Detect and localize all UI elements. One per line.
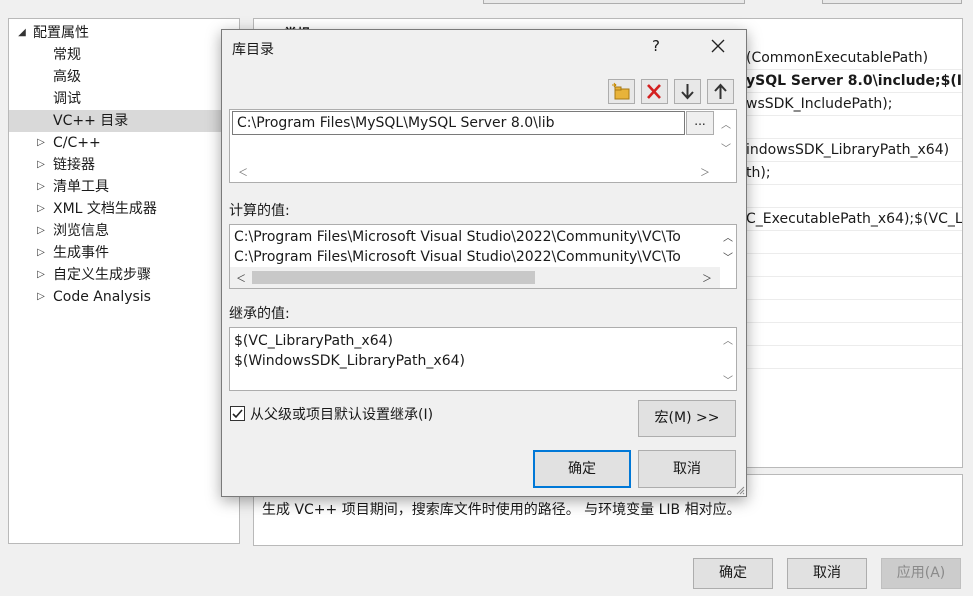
new-folder-icon bbox=[612, 82, 630, 100]
scrollbar-thumb[interactable] bbox=[252, 271, 535, 284]
new-line-button[interactable] bbox=[608, 79, 635, 104]
expand-arrow-icon[interactable]: ▷ bbox=[34, 220, 48, 242]
tree-item[interactable]: ▷ 自定义生成步骤 bbox=[9, 264, 239, 286]
tree-item-label: C/C++ bbox=[53, 135, 101, 151]
tree-item[interactable]: 调试 bbox=[9, 88, 239, 110]
inherited-value-line: $(WindowsSDK_LibraryPath_x64) bbox=[234, 353, 465, 369]
library-directories-dialog: 库目录 ? C:\Program Files\MySQL\MySQL Serve… bbox=[221, 29, 747, 497]
ok-button[interactable]: 确定 bbox=[693, 558, 773, 589]
arrow-up-icon bbox=[714, 83, 727, 99]
tree-item[interactable]: ▷ 清单工具 bbox=[9, 176, 239, 198]
scroll-left-icon[interactable]: ＜ bbox=[238, 164, 248, 179]
checkmark-icon bbox=[232, 409, 243, 419]
macros-button[interactable]: 宏(M) >> bbox=[638, 400, 736, 437]
scroll-down-icon[interactable]: ﹀ bbox=[721, 140, 731, 155]
tree-root-label: 配置属性 bbox=[33, 25, 89, 41]
tree-root-config-properties[interactable]: ◢ 配置属性 bbox=[9, 22, 239, 44]
help-button[interactable]: ? bbox=[652, 37, 660, 55]
tree-item-label: 常规 bbox=[53, 47, 81, 63]
tree-item[interactable]: ▷ 链接器 bbox=[9, 154, 239, 176]
top-dropdown-edge bbox=[483, 0, 745, 4]
tree-item[interactable]: 常规 bbox=[9, 44, 239, 66]
cancel-button[interactable]: 取消 bbox=[787, 558, 867, 589]
delete-line-button[interactable] bbox=[641, 79, 668, 104]
tree-item[interactable]: VC++ 目录 bbox=[9, 110, 239, 132]
property-tree: ◢ 配置属性 常规高级调试 VC++ 目录 ▷ C/C++ ▷ 链接器 ▷ 清单工具 ▷ XML … bbox=[8, 18, 240, 544]
tree-item[interactable]: ▷ XML 文档生成器 bbox=[9, 198, 239, 220]
tree-item-label: 链接器 bbox=[53, 157, 95, 173]
expand-arrow-icon[interactable]: ▷ bbox=[34, 198, 48, 220]
tree-item-label: 自定义生成步骤 bbox=[53, 267, 151, 283]
tree-item-label: VC++ 目录 bbox=[53, 113, 129, 129]
close-icon bbox=[711, 39, 725, 53]
expand-arrow-icon[interactable]: ▷ bbox=[34, 176, 48, 198]
dialog-ok-button[interactable]: 确定 bbox=[533, 450, 631, 488]
directory-list[interactable]: C:\Program Files\MySQL\MySQL Server 8.0\… bbox=[229, 109, 737, 183]
tree-item[interactable]: ▷ 浏览信息 bbox=[9, 220, 239, 242]
tree-item-label: 调试 bbox=[53, 91, 81, 107]
inherited-values-label: 继承的值: bbox=[229, 306, 290, 322]
tree-item-label: 生成事件 bbox=[53, 245, 109, 261]
scroll-down-icon[interactable]: ﹀ bbox=[723, 372, 733, 387]
tree-item-label: Code Analysis bbox=[53, 289, 151, 305]
scroll-right-icon[interactable]: ＞ bbox=[702, 270, 712, 285]
horizontal-scrollbar[interactable]: ＜ ＞ bbox=[230, 267, 720, 288]
delete-icon bbox=[647, 84, 661, 99]
computed-value-line: C:\Program Files\Microsoft Visual Studio… bbox=[234, 229, 681, 245]
computed-values-box[interactable]: C:\Program Files\Microsoft Visual Studio… bbox=[229, 224, 737, 289]
expand-arrow-icon[interactable]: ▷ bbox=[34, 132, 48, 154]
computed-value-line: C:\Program Files\Microsoft Visual Studio… bbox=[234, 249, 681, 265]
inherit-checkbox-label[interactable]: 从父级或项目默认设置继承(I) bbox=[250, 404, 433, 424]
tree-item[interactable]: 高级 bbox=[9, 66, 239, 88]
directory-edit-input[interactable]: C:\Program Files\MySQL\MySQL Server 8.0\… bbox=[232, 111, 685, 135]
resize-grip-icon[interactable] bbox=[735, 485, 745, 495]
scroll-up-icon[interactable]: ︿ bbox=[723, 332, 733, 347]
inherit-checkbox[interactable] bbox=[230, 406, 245, 421]
inherited-value-line: $(VC_LibraryPath_x64) bbox=[234, 333, 393, 349]
computed-values-label: 计算的值: bbox=[229, 203, 290, 219]
tree-item[interactable]: ▷ 生成事件 bbox=[9, 242, 239, 264]
tree-item-label: XML 文档生成器 bbox=[53, 201, 157, 217]
arrow-down-icon bbox=[681, 84, 694, 100]
tree-item[interactable]: ▷ C/C++ bbox=[9, 132, 239, 154]
scroll-down-icon[interactable]: ﹀ bbox=[723, 249, 733, 264]
expand-arrow-icon[interactable]: ▷ bbox=[34, 264, 48, 286]
collapse-arrow-icon[interactable]: ◢ bbox=[15, 22, 29, 44]
tree-item-label: 清单工具 bbox=[53, 179, 109, 195]
close-button[interactable] bbox=[706, 35, 730, 57]
scroll-left-icon[interactable]: ＜ bbox=[236, 270, 246, 285]
property-description: 生成 VC++ 项目期间，搜索库文件时使用的路径。 与环境变量 LIB 相对应。 bbox=[262, 502, 741, 518]
expand-arrow-icon[interactable]: ▷ bbox=[34, 286, 48, 308]
tree-item-label: 浏览信息 bbox=[53, 223, 109, 239]
top-button-edge bbox=[822, 0, 962, 4]
apply-button[interactable]: 应用(A) bbox=[881, 558, 961, 589]
dialog-cancel-button[interactable]: 取消 bbox=[638, 450, 736, 488]
move-up-button[interactable] bbox=[707, 79, 734, 104]
tree-item[interactable]: ▷ Code Analysis bbox=[9, 286, 239, 308]
expand-arrow-icon[interactable]: ▷ bbox=[34, 154, 48, 176]
browse-button[interactable]: ... bbox=[686, 111, 714, 135]
scroll-right-icon[interactable]: ＞ bbox=[700, 164, 710, 179]
tree-item-label: 高级 bbox=[53, 69, 81, 85]
inherited-values-box[interactable]: $(VC_LibraryPath_x64) $(WindowsSDK_Libra… bbox=[229, 327, 737, 391]
expand-arrow-icon[interactable]: ▷ bbox=[34, 242, 48, 264]
scroll-up-icon[interactable]: ︿ bbox=[723, 229, 733, 244]
scroll-up-icon[interactable]: ︿ bbox=[721, 116, 731, 131]
dialog-title: 库目录 bbox=[232, 42, 274, 58]
move-down-button[interactable] bbox=[674, 79, 701, 104]
